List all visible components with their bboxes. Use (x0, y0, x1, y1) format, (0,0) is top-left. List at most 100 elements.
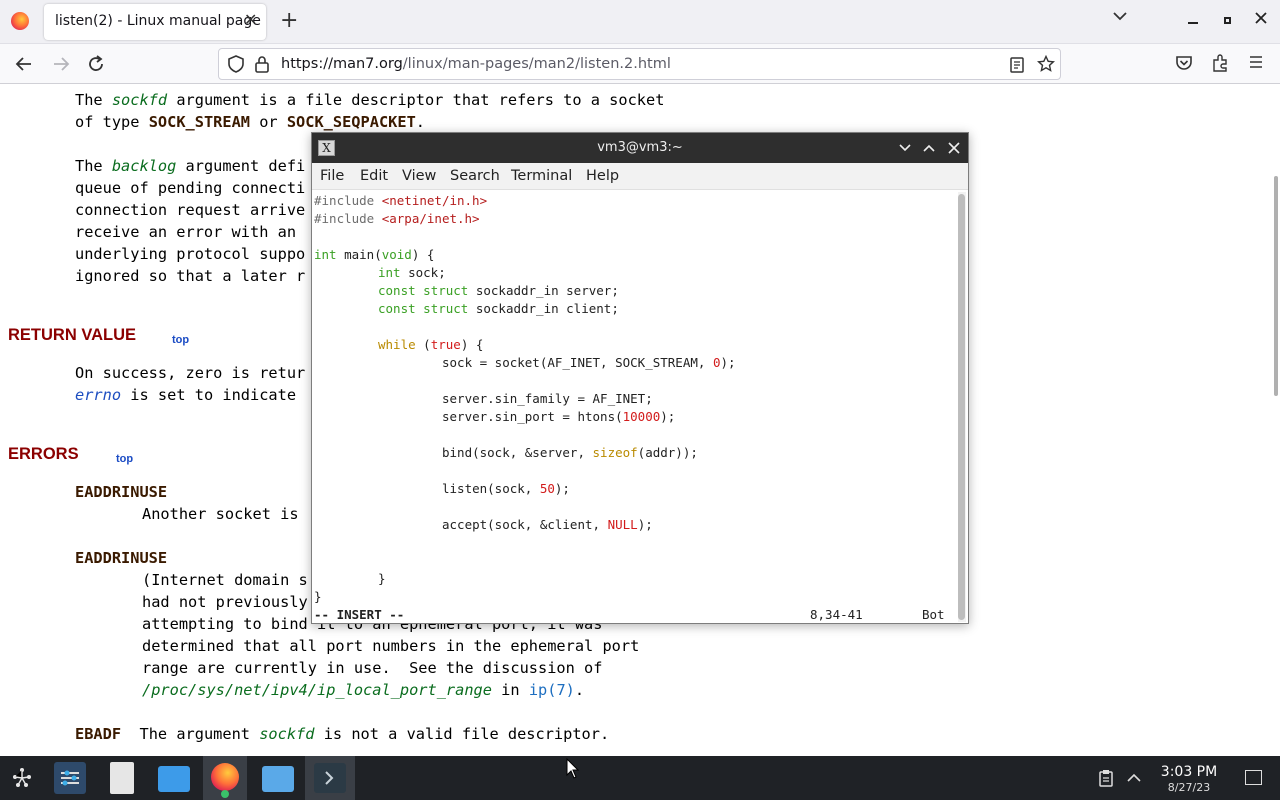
app-menu-icon[interactable] (1248, 54, 1264, 75)
terminal-titlebar[interactable]: X vm3@vm3:~ (312, 133, 968, 163)
taskbar: 3:03 PM 8/27/23 (0, 756, 1280, 800)
man-line: range are currently in use. See the disc… (142, 659, 603, 677)
terminal-icon (314, 763, 346, 793)
firefox-taskbar-icon[interactable] (203, 756, 247, 800)
menu-help[interactable]: Help (586, 168, 619, 184)
text-editor-icon[interactable] (110, 762, 134, 794)
man-line: determined that all port numbers in the … (142, 637, 640, 655)
firefox-icon (211, 763, 239, 791)
man-line: The backlog argument defi (75, 157, 306, 175)
code-line: } (378, 571, 386, 586)
tab-strip: listen(2) - Linux manual page ✕ + (0, 0, 1280, 44)
code-line: sock = socket(AF_INET, SOCK_STREAM, 0); (442, 355, 736, 370)
file-manager-icon[interactable] (158, 766, 190, 792)
error-name: EADDRINUSE (75, 549, 168, 567)
code-line: while (true) { (378, 337, 484, 352)
forward-icon[interactable] (51, 54, 71, 79)
var-errno: errno (75, 386, 122, 404)
arg-sockfd: sockfd (111, 91, 168, 109)
man-line: On success, zero is retur (75, 364, 306, 382)
code-line: const struct sockaddr_in client; (378, 301, 619, 316)
man-line: The sockfd argument is a file descriptor… (75, 91, 665, 109)
man-line: (Internet domain s (142, 571, 308, 589)
terminal-body[interactable]: #include <netinet/in.h> #include <arpa/i… (312, 190, 957, 623)
page-scrollbar[interactable] (1274, 176, 1278, 396)
mouse-cursor-icon (566, 757, 580, 784)
terminal-window[interactable]: X vm3@vm3:~ File Edit View Search Termin… (311, 132, 969, 624)
vim-cursor-position: 8,34-41 (810, 607, 863, 622)
vim-mode-indicator: -- INSERT -- (314, 607, 405, 622)
man-line: ignored so that a later r (75, 267, 306, 285)
code-line: accept(sock, &client, NULL); (442, 517, 653, 532)
code-line: #include <netinet/in.h> (314, 193, 488, 208)
man-line: errno is set to indicate (75, 386, 297, 404)
section-heading-errors: ERRORS (8, 445, 79, 463)
const-sock-seqpacket: SOCK_SEQPACKET (286, 113, 416, 131)
url-text[interactable]: https://man7.org/linux/man-pages/man2/li… (281, 56, 671, 72)
top-link[interactable]: top (116, 448, 133, 470)
tab-listen[interactable]: listen(2) - Linux manual page ✕ (44, 4, 266, 40)
code-line: bind(sock, &server, sizeof(addr)); (442, 445, 698, 460)
tab-close-icon[interactable]: ✕ (244, 10, 257, 29)
arg-sockfd: sockfd (259, 725, 315, 743)
clock-time[interactable]: 3:03 PM (1158, 764, 1220, 780)
bookmark-star-icon[interactable] (1036, 54, 1056, 77)
list-all-tabs-icon[interactable] (1112, 8, 1128, 28)
firefox-menu-icon[interactable] (11, 12, 29, 30)
close-window-icon[interactable] (1254, 10, 1268, 29)
url-path: /linux/man-pages/man2/listen.2.html (402, 56, 671, 72)
menu-search[interactable]: Search (450, 168, 500, 184)
minimize-icon[interactable] (1188, 22, 1198, 24)
menu-edit[interactable]: Edit (360, 168, 388, 184)
url-bar[interactable]: https://man7.org/linux/man-pages/man2/li… (218, 48, 1061, 80)
man-line: /proc/sys/net/ipv4/ip_local_port_range i… (142, 681, 585, 699)
top-link[interactable]: top (172, 329, 189, 351)
ip7-link[interactable]: ip(7) (529, 681, 575, 699)
maximize-icon[interactable] (1224, 17, 1231, 24)
maximize-icon[interactable] (922, 141, 936, 159)
code-line: } (314, 589, 322, 604)
man-line: Another socket is (142, 505, 299, 523)
terminal-menubar: File Edit View Search Terminal Help (312, 163, 968, 190)
section-heading-return-value: RETURN VALUE (8, 326, 137, 344)
tab-title: listen(2) - Linux manual page (55, 13, 261, 29)
reload-icon[interactable] (86, 54, 106, 79)
reader-view-icon[interactable] (1009, 56, 1025, 78)
menu-terminal[interactable]: Terminal (511, 168, 572, 184)
code-line: const struct sockaddr_in server; (378, 283, 619, 298)
clock-date[interactable]: 8/27/23 (1158, 781, 1220, 794)
show-desktop-icon[interactable] (1245, 770, 1262, 785)
proc-path: /proc/sys/net/ipv4/ip_local_port_range (142, 681, 492, 699)
man-line: underlying protocol suppo (75, 245, 306, 263)
system-settings-icon[interactable] (54, 762, 86, 794)
terminal-scrollbar[interactable] (958, 192, 966, 622)
code-line: #include <arpa/inet.h> (314, 211, 480, 226)
terminal-taskbar-icon[interactable] (305, 756, 355, 800)
new-tab-button[interactable]: + (280, 10, 298, 32)
menu-view[interactable]: View (402, 168, 436, 184)
arg-backlog: backlog (111, 157, 177, 175)
terminal-scrollbar-thumb[interactable] (958, 194, 965, 620)
man-line: had not previously (142, 593, 308, 611)
man-line: queue of pending connecti (75, 179, 306, 197)
dolphin-icon[interactable] (262, 766, 294, 792)
man-line: of type SOCK_STREAM or SOCK_SEQPACKET. (75, 113, 425, 131)
menu-file[interactable]: File (320, 168, 344, 184)
clipboard-icon[interactable] (1098, 769, 1114, 791)
minimize-icon[interactable] (898, 141, 912, 159)
show-hidden-icons-icon[interactable] (1126, 770, 1142, 790)
const-sock-stream: SOCK_STREAM (148, 113, 250, 131)
code-line: int main(void) { (314, 247, 435, 262)
close-icon[interactable] (947, 141, 961, 159)
code-line: server.sin_port = htons(10000); (442, 409, 676, 424)
tracking-protection-shield-icon[interactable] (227, 55, 245, 77)
back-icon[interactable] (14, 54, 34, 79)
error-name: EADDRINUSE (75, 483, 168, 501)
code-line: server.sin_family = AF_INET; (442, 391, 653, 406)
terminal-title: vm3@vm3:~ (597, 140, 683, 155)
lock-icon[interactable] (254, 55, 270, 77)
navigation-toolbar: https://man7.org/linux/man-pages/man2/li… (0, 44, 1280, 84)
extensions-icon[interactable] (1211, 54, 1229, 77)
pocket-icon[interactable] (1175, 54, 1193, 77)
application-launcher-icon[interactable] (10, 766, 34, 794)
